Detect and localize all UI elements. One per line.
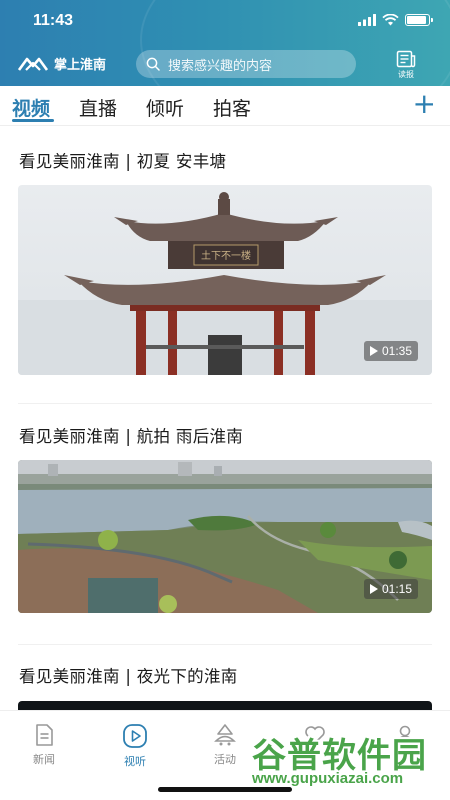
video-title[interactable]: 看见美丽淮南 | 夜光下的淮南: [19, 663, 238, 687]
video-feed: 看见美丽淮南 | 初夏 安丰塘 土下不一楼 01:35 看见美丽淮南 | 航拍 …: [0, 127, 450, 710]
video-duration: 01:35: [381, 344, 412, 358]
nav-media[interactable]: 视听: [107, 723, 163, 769]
list-item[interactable]: 看见美丽淮南 | 初夏 安丰塘 土下不一楼 01:35: [0, 127, 450, 402]
list-item[interactable]: 看见美丽淮南 | 夜光下的淮南: [0, 645, 450, 710]
newspaper-icon: [396, 50, 416, 68]
pavilion-plaque-text: 土下不一楼: [201, 249, 251, 262]
video-thumbnail[interactable]: 土下不一楼 01:35: [18, 185, 432, 375]
category-tabs: 视频 直播 倾听 拍客 +: [0, 86, 450, 126]
app-bar: 掌上淮南 搜索感兴趣的内容 读报: [0, 46, 450, 84]
status-bar: 11:43: [0, 0, 450, 44]
search-input[interactable]: 搜索感兴趣的内容: [136, 50, 356, 78]
site-watermark: 谷普软件园 www.gupuxiazai.com: [248, 728, 448, 796]
list-item[interactable]: 看见美丽淮南 | 航拍 雨后淮南 01:15: [0, 404, 450, 644]
status-icons: [358, 14, 433, 26]
logo-text: 掌上淮南: [54, 58, 107, 73]
video-thumbnail[interactable]: [18, 701, 432, 710]
app-logo[interactable]: 掌上淮南: [18, 54, 106, 73]
video-duration-badge: 01:35: [363, 341, 418, 361]
signal-icon: [358, 14, 376, 26]
play-icon: [369, 584, 378, 594]
search-icon: [146, 57, 160, 71]
tab-listen[interactable]: 倾听: [146, 94, 184, 121]
app-header: 11:43 掌上淮南 搜索感兴趣的内容 读报: [0, 0, 450, 86]
news-icon: [36, 724, 53, 746]
video-thumbnail[interactable]: 01:15: [18, 460, 432, 613]
status-time: 11:43: [33, 12, 74, 29]
search-placeholder: 搜索感兴趣的内容: [168, 58, 273, 74]
play-circle-icon: [123, 724, 147, 748]
watermark-url: www.gupuxiazai.com: [252, 770, 404, 787]
wifi-icon: [382, 14, 399, 26]
add-tab-button[interactable]: +: [413, 89, 436, 119]
video-title[interactable]: 看见美丽淮南 | 初夏 安丰塘: [19, 148, 226, 172]
tab-live[interactable]: 直播: [79, 94, 117, 121]
battery-icon: [405, 14, 433, 26]
nav-news-label: 新闻: [33, 753, 55, 766]
logo-mark-icon: [18, 57, 48, 71]
newspaper-label: 读报: [398, 70, 414, 79]
play-icon: [369, 346, 378, 356]
activity-icon: [214, 724, 236, 746]
tab-snapshot[interactable]: 拍客: [213, 94, 251, 121]
active-tab-indicator: [12, 119, 54, 122]
nav-news[interactable]: 新闻: [16, 723, 72, 767]
video-duration-badge: 01:15: [363, 579, 418, 599]
nav-activity[interactable]: 活动: [197, 723, 253, 767]
newspaper-button[interactable]: 读报: [396, 50, 416, 80]
tab-video[interactable]: 视频: [12, 94, 50, 121]
video-duration: 01:15: [381, 582, 412, 596]
nav-activity-label: 活动: [214, 753, 236, 766]
video-title[interactable]: 看见美丽淮南 | 航拍 雨后淮南: [19, 423, 243, 447]
nav-media-label: 视听: [124, 755, 146, 768]
